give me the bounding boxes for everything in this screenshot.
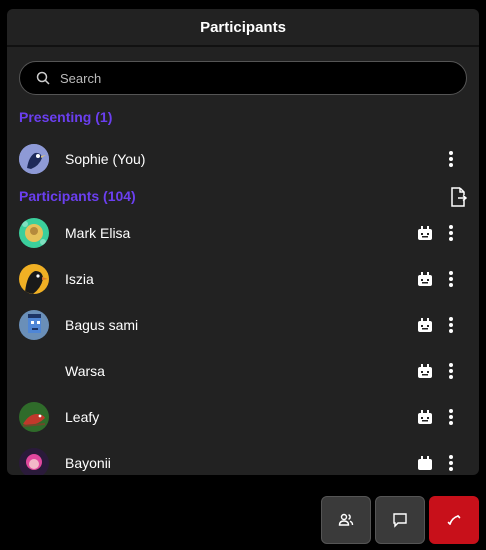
participant-row[interactable]: Bayonii bbox=[19, 443, 467, 475]
bird-avatar-icon bbox=[19, 144, 49, 174]
participant-row[interactable]: Sophie (You) bbox=[19, 139, 467, 179]
search-field[interactable] bbox=[19, 61, 467, 95]
participant-name: Iszia bbox=[65, 271, 94, 287]
participant-row[interactable]: Mark Elisa bbox=[19, 213, 467, 253]
avatar bbox=[19, 402, 49, 432]
mic-off-icon bbox=[418, 364, 432, 378]
avatar bbox=[19, 448, 49, 475]
participant-name: Bayonii bbox=[65, 455, 111, 471]
participant-name: Mark Elisa bbox=[65, 225, 131, 241]
more-options-button[interactable] bbox=[443, 361, 459, 381]
mute-button[interactable] bbox=[417, 453, 433, 473]
more-vertical-icon bbox=[449, 271, 453, 287]
more-options-button[interactable] bbox=[443, 453, 459, 473]
pattern-avatar-icon bbox=[19, 218, 49, 248]
participant-name: Bagus sami bbox=[65, 317, 139, 333]
mute-button[interactable] bbox=[417, 315, 433, 335]
mute-button[interactable] bbox=[417, 361, 433, 381]
bird-avatar-icon bbox=[19, 264, 49, 294]
mic-off-icon bbox=[418, 226, 432, 240]
end-call-button[interactable] bbox=[429, 496, 479, 544]
more-options-button[interactable] bbox=[443, 407, 459, 427]
panel-header: Participants bbox=[7, 9, 479, 47]
mute-button[interactable] bbox=[417, 407, 433, 427]
more-vertical-icon bbox=[449, 455, 453, 471]
avatar bbox=[19, 310, 49, 340]
chat-button[interactable] bbox=[375, 496, 425, 544]
participants-panel: Participants Presenting (1) Sophie (You)… bbox=[7, 9, 479, 475]
participant-row[interactable]: Warsa bbox=[19, 351, 467, 391]
avatar bbox=[19, 356, 49, 386]
mic-off-icon bbox=[418, 272, 432, 286]
participant-name: Warsa bbox=[65, 363, 105, 379]
users-icon bbox=[338, 513, 354, 526]
participant-row[interactable]: Iszia bbox=[19, 259, 467, 299]
more-vertical-icon bbox=[449, 317, 453, 333]
mic-off-icon bbox=[418, 318, 432, 332]
more-vertical-icon bbox=[449, 363, 453, 379]
more-options-button[interactable] bbox=[443, 315, 459, 335]
mic-off-icon bbox=[418, 410, 432, 424]
avatar bbox=[19, 144, 49, 174]
participant-row[interactable]: Leafy bbox=[19, 397, 467, 437]
mic-off-icon bbox=[418, 456, 432, 470]
file-export-icon[interactable] bbox=[449, 187, 467, 207]
participant-name: Leafy bbox=[65, 409, 100, 425]
avatar bbox=[19, 218, 49, 248]
search-icon bbox=[36, 71, 50, 85]
character-avatar-icon bbox=[19, 448, 49, 475]
participant-row[interactable]: Bagus sami bbox=[19, 305, 467, 345]
more-options-button[interactable] bbox=[443, 223, 459, 243]
more-options-button[interactable] bbox=[443, 269, 459, 289]
chat-icon bbox=[393, 513, 407, 528]
search-input[interactable] bbox=[60, 70, 440, 86]
phone-hangup-icon bbox=[447, 515, 461, 525]
participant-name: Sophie (You) bbox=[65, 151, 146, 167]
more-vertical-icon bbox=[449, 225, 453, 241]
panel-title: Participants bbox=[200, 18, 286, 36]
mute-button[interactable] bbox=[417, 223, 433, 243]
more-vertical-icon bbox=[449, 151, 453, 167]
presenting-section-label: Presenting (1) bbox=[19, 109, 113, 125]
participants-section-label: Participants (104) bbox=[19, 188, 136, 204]
bird-avatar-icon bbox=[19, 402, 49, 432]
more-vertical-icon bbox=[449, 409, 453, 425]
more-options-button[interactable] bbox=[443, 149, 459, 169]
mute-button[interactable] bbox=[417, 269, 433, 289]
participants-toggle-button[interactable] bbox=[321, 496, 371, 544]
avatar bbox=[19, 264, 49, 294]
pixel-avatar-icon bbox=[19, 310, 49, 340]
